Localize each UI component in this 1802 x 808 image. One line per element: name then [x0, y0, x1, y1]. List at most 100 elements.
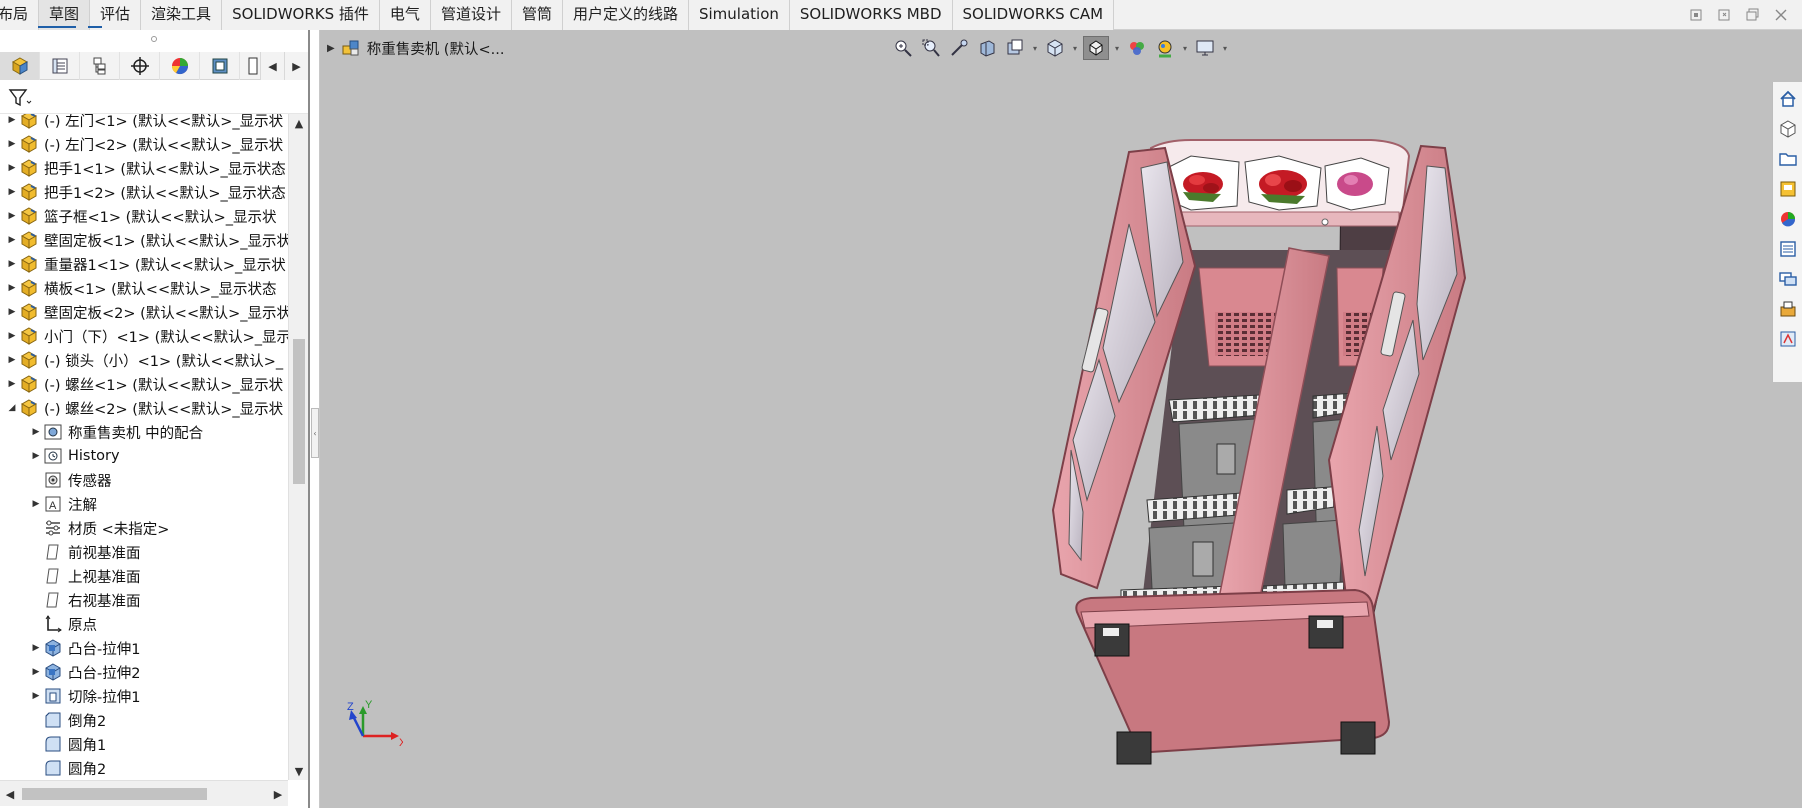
expand-caret-icon[interactable]: ▶ [6, 114, 18, 132]
expand-caret-icon[interactable]: ▶ [30, 636, 42, 660]
expand-caret-icon[interactable]: ▶ [6, 252, 18, 276]
collapse-caret-icon[interactable]: ◢ [6, 396, 18, 420]
tree-item[interactable]: 圆角1 [0, 732, 288, 756]
file-explorer-icon[interactable] [1776, 176, 1800, 201]
tab-11[interactable]: SOLIDWORKS CAM [952, 0, 1115, 30]
tree-item[interactable]: ▶ History [0, 444, 288, 468]
tree-item[interactable]: ▶ 称重售卖机 中的配合 [0, 420, 288, 444]
expand-caret-icon[interactable]: ▶ [30, 684, 42, 708]
expand-caret-icon[interactable]: ▶ [6, 348, 18, 372]
tree-item[interactable]: ◢ (-) 螺丝<2> (默认<<默认>_显示状 [0, 396, 288, 420]
appearances-icon[interactable] [1776, 206, 1800, 231]
breadcrumb[interactable]: ▶ 称重售卖机 (默认<... [327, 36, 504, 60]
maximize-icon[interactable] [1712, 4, 1738, 26]
scroll-right-icon[interactable]: ▶ [284, 52, 308, 80]
displaymanager-icon[interactable] [160, 52, 200, 80]
expand-caret-icon[interactable]: ▶ [30, 492, 42, 516]
breadcrumb-expand-icon[interactable]: ▶ [327, 43, 335, 54]
propertymanager-icon[interactable] [40, 52, 80, 80]
expand-caret-icon[interactable]: ▶ [6, 228, 18, 252]
tree-item[interactable]: 上视基准面 [0, 564, 288, 588]
tree-item[interactable]: ▶ 小门（下）<1> (默认<<默认>_显示 [0, 324, 288, 348]
configurationmanager-icon[interactable] [80, 52, 120, 80]
dropdown-arrow-icon-5[interactable]: ▾ [1221, 36, 1229, 60]
tree-item[interactable]: ▶ 重量器1<1> (默认<<默认>_显示状 [0, 252, 288, 276]
edit-appearance-icon[interactable] [1153, 36, 1177, 60]
tree-item[interactable]: 圆角2 [0, 756, 288, 780]
expand-caret-icon[interactable]: ▶ [30, 420, 42, 444]
minimize-icon[interactable] [1740, 4, 1766, 26]
display-style-icon[interactable] [1083, 36, 1109, 60]
view-settings-icon[interactable] [1193, 36, 1217, 60]
view-orientation-icon[interactable] [1043, 36, 1067, 60]
cam-icon[interactable] [1776, 296, 1800, 321]
tree-item[interactable]: 传感器 [0, 468, 288, 492]
tree-item[interactable]: ▶ (-) 锁头（小）<1> (默认<<默认>_ [0, 348, 288, 372]
expand-caret-icon[interactable]: ▶ [6, 372, 18, 396]
scroll-left-arrow-icon[interactable]: ◀ [0, 781, 20, 807]
expand-caret-icon[interactable]: ▶ [6, 276, 18, 300]
tab-4[interactable]: SOLIDWORKS 插件 [222, 0, 380, 30]
expand-caret-icon[interactable]: ▶ [6, 324, 18, 348]
cam-feature-icon[interactable] [200, 52, 240, 80]
tree-item[interactable]: ▶ 切除-拉伸1 [0, 684, 288, 708]
featuremanager-icon[interactable] [0, 52, 40, 80]
dropdown-arrow-icon-4[interactable]: ▾ [1181, 36, 1189, 60]
panel-splitter[interactable]: ‹ [310, 30, 320, 808]
expand-caret-icon[interactable]: ▶ [30, 444, 42, 468]
tab-6[interactable]: 管道设计 [430, 0, 512, 30]
tab-8[interactable]: 用户定义的线路 [562, 0, 689, 30]
expand-caret-icon[interactable]: ▶ [6, 300, 18, 324]
tree-item[interactable]: ▶ 把手1<1> (默认<<默认>_显示状态 [0, 156, 288, 180]
tab-0[interactable]: 布局 [0, 0, 40, 30]
expand-caret-icon[interactable]: ▶ [6, 204, 18, 228]
tree-item[interactable]: ▶ 横板<1> (默认<<默认>_显示状态 [0, 276, 288, 300]
tree-filter[interactable] [0, 82, 308, 114]
scroll-up-icon[interactable]: ▲ [289, 114, 309, 132]
tree-item[interactable]: 前视基准面 [0, 540, 288, 564]
tab-5[interactable]: 电气 [379, 0, 431, 30]
tree-item[interactable]: ▶ 篮子框<1> (默认<<默认>_显示状 [0, 204, 288, 228]
design-library-icon[interactable] [1776, 146, 1800, 171]
forum-icon[interactable] [1776, 266, 1800, 291]
tree-item[interactable]: 倒角2 [0, 708, 288, 732]
dynamic-annotation-icon[interactable] [1003, 36, 1027, 60]
tree-item[interactable]: ▶ (-) 左门<2> (默认<<默认>_显示状 [0, 132, 288, 156]
tree-item[interactable]: 材质 <未指定> [0, 516, 288, 540]
tree-item[interactable]: ▶ 壁固定板<2> (默认<<默认>_显示状 [0, 300, 288, 324]
tree-item[interactable]: ▶ (-) 螺丝<1> (默认<<默认>_显示状 [0, 372, 288, 396]
custom-properties-icon[interactable] [1776, 236, 1800, 261]
scroll-left-icon[interactable]: ◀ [260, 52, 284, 80]
dropdown-arrow-icon[interactable]: ▾ [1031, 36, 1039, 60]
vertical-scroll-thumb[interactable] [293, 339, 305, 484]
tab-9[interactable]: Simulation [688, 0, 790, 30]
tree-vertical-scrollbar[interactable]: ▲ ▼ [288, 114, 308, 780]
expand-caret-icon[interactable]: ▶ [6, 132, 18, 156]
tree-item[interactable]: ▶ 凸台-拉伸2 [0, 660, 288, 684]
tab-10[interactable]: SOLIDWORKS MBD [789, 0, 953, 30]
zoom-to-area-icon[interactable] [919, 36, 943, 60]
scroll-right-arrow-icon[interactable]: ▶ [268, 781, 288, 807]
tree-horizontal-scrollbar[interactable]: ◀ ▶ [0, 780, 288, 806]
tab-7[interactable]: 管筒 [511, 0, 563, 30]
scroll-down-icon[interactable]: ▼ [289, 762, 309, 780]
home-icon[interactable] [1776, 86, 1800, 111]
collapse-panel-icon[interactable]: ‹ [311, 408, 319, 458]
previous-view-icon[interactable] [947, 36, 971, 60]
tree-item[interactable]: 右视基准面 [0, 588, 288, 612]
expand-caret-icon[interactable]: ▶ [6, 180, 18, 204]
restore-icon[interactable] [1684, 4, 1710, 26]
3d-components-icon[interactable] [1776, 116, 1800, 141]
close-icon[interactable] [1768, 4, 1794, 26]
tree-item[interactable]: ▶ 把手1<2> (默认<<默认>_显示状态 [0, 180, 288, 204]
expand-caret-icon[interactable]: ▶ [30, 660, 42, 684]
expand-caret-icon[interactable]: ▶ [6, 156, 18, 180]
panel-grip[interactable] [0, 32, 308, 46]
dimxpert-icon[interactable] [120, 52, 160, 80]
hide-show-items-icon[interactable] [1125, 36, 1149, 60]
dropdown-arrow-icon-3[interactable]: ▾ [1113, 36, 1121, 60]
tree-item[interactable]: ▶ A 注解 [0, 492, 288, 516]
dropdown-arrow-icon-2[interactable]: ▾ [1071, 36, 1079, 60]
graphics-area[interactable]: X Y Z ▶ 称重售卖机 (默认<... ▾ ▾ ▾ ▾ ▾ [321, 30, 1802, 808]
breadcrumb-text[interactable]: 称重售卖机 (默认<... [367, 38, 505, 59]
